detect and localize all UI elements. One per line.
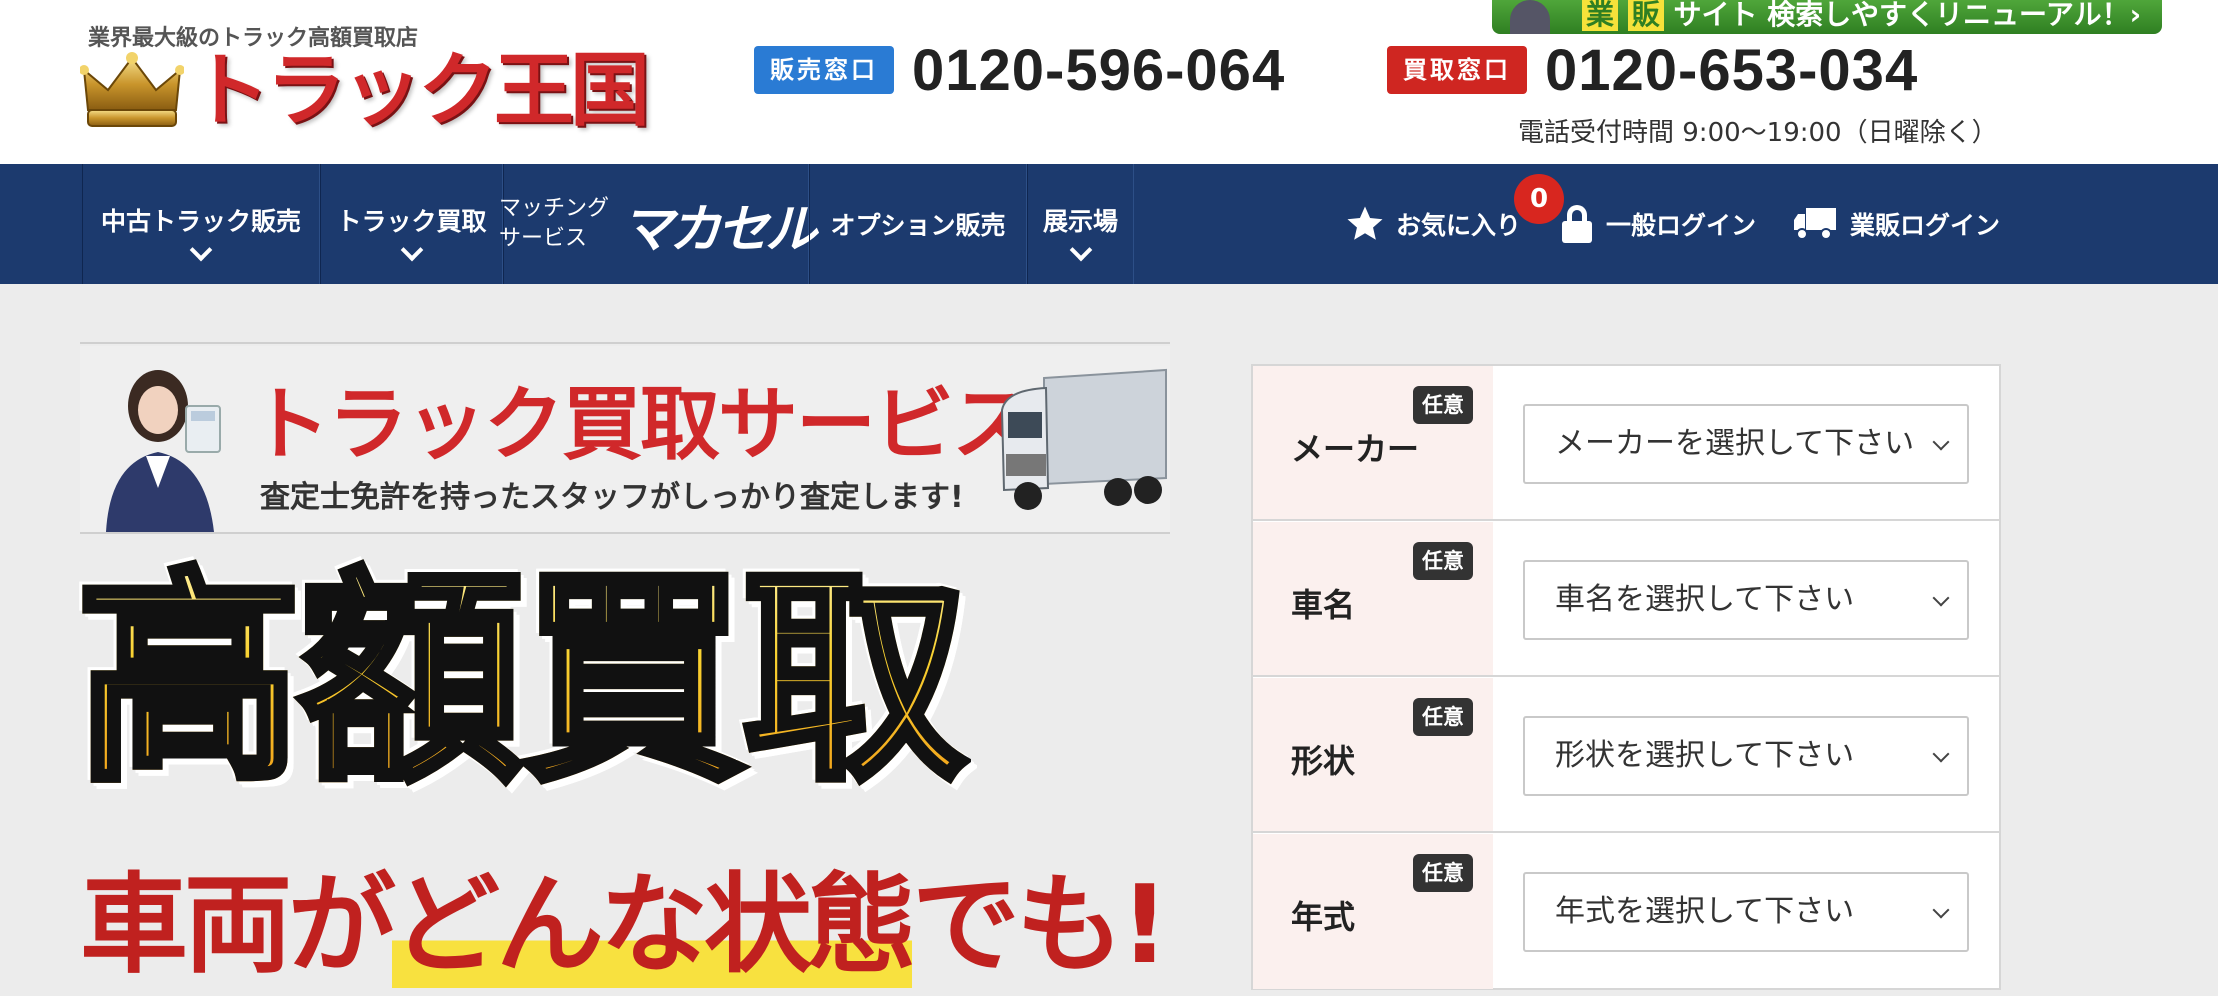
buy-phone[interactable]: 買取窓口 0120-653-034 bbox=[1387, 38, 1918, 103]
nav-truck-buy[interactable]: トラック買取 bbox=[320, 164, 503, 284]
nav-matching-text: マッチング サービス bbox=[499, 194, 609, 254]
nav-showroom-label: 展示場 bbox=[1042, 207, 1118, 236]
star-icon bbox=[1347, 206, 1383, 240]
shape-select[interactable]: 形状を選択して下さい bbox=[1523, 716, 1969, 796]
nav-option-sales[interactable]: オプション販売 bbox=[809, 164, 1027, 284]
nav-option-sales-label: オプション販売 bbox=[830, 211, 1006, 240]
form-label-cell: 形状 任意 bbox=[1253, 678, 1493, 831]
shape-select-placeholder: 形状を選択して下さい bbox=[1555, 738, 1855, 773]
model-select-placeholder: 車名を選択して下さい bbox=[1555, 582, 1855, 617]
hero-big-title: 高額買取 bbox=[72, 549, 971, 812]
nav-dealer-login-label: 業販ログイン bbox=[1850, 211, 2001, 240]
optional-badge: 任意 bbox=[1413, 854, 1473, 892]
banner-text-1: サイト bbox=[1673, 0, 1758, 31]
sales-phone[interactable]: 販売窓口 0120-596-064 bbox=[754, 38, 1285, 103]
nav-matching-brand: マカセル bbox=[621, 199, 817, 260]
banner-text-2: 検索しやすくリニューアル！› bbox=[1767, 0, 2142, 31]
chevron-down-icon bbox=[400, 238, 423, 262]
form-label-cell: メーカー 任意 bbox=[1253, 366, 1493, 519]
banner-highlight-2: 販 bbox=[1627, 0, 1664, 31]
model-select[interactable]: 車名を選択して下さい bbox=[1523, 560, 1969, 640]
chevron-down-icon bbox=[189, 238, 213, 262]
year-label: 年式 bbox=[1291, 898, 1356, 936]
buy-window-badge: 買取窓口 bbox=[1387, 46, 1527, 94]
chevron-down-icon bbox=[1932, 745, 1950, 763]
sales-window-badge: 販売窓口 bbox=[754, 46, 894, 94]
form-row-shape: 形状 任意 形状を選択して下さい bbox=[1253, 678, 1999, 833]
maker-label: メーカー bbox=[1291, 430, 1420, 468]
chevron-down-icon bbox=[1932, 433, 1950, 451]
year-select[interactable]: 年式を選択して下さい bbox=[1523, 872, 1969, 952]
maker-select[interactable]: メーカーを選択して下さい bbox=[1523, 404, 1969, 484]
nav-matching-line1: マッチング bbox=[498, 196, 609, 221]
truck-photo bbox=[1000, 368, 1167, 510]
renewal-banner[interactable]: 業 販 サイト 検索しやすくリニューアル！› bbox=[1492, 0, 2162, 34]
chevron-down-icon bbox=[1932, 589, 1950, 607]
nav-dealer-login[interactable]: 業販ログイン bbox=[1792, 164, 2000, 284]
truck-icon bbox=[1794, 208, 1836, 240]
nav-used-truck-sales[interactable]: 中古トラック販売 bbox=[82, 164, 320, 284]
service-banner: トラック買取サービス 査定士免許を持ったスタッフがしっかり査定します! bbox=[80, 346, 1170, 532]
buy-phone-number[interactable]: 0120-653-034 bbox=[1545, 37, 1918, 104]
hero-tagline: 車両がどんな状態でも! bbox=[80, 863, 1169, 988]
tagline-highlight: どんな状態 bbox=[392, 863, 916, 988]
site-logo[interactable]: 業界最大級のトラック高額買取店 トラック王国 bbox=[80, 18, 650, 136]
phone-hours: 電話受付時間 9:00〜19:00（日曜除く） bbox=[1518, 118, 1998, 148]
site-header: 業界最大級のトラック高額買取店 トラック王国 業 販 サイト 検索しやすくリニュ… bbox=[0, 0, 2218, 164]
nav-showroom[interactable]: 展示場 bbox=[1027, 164, 1134, 284]
nav-matching-line2: サービス bbox=[498, 226, 587, 251]
nav-favorites[interactable]: お気に入り bbox=[1344, 164, 1521, 284]
hero-divider bbox=[80, 532, 1170, 534]
service-subtitle: 査定士免許を持ったスタッフがしっかり査定します! bbox=[260, 480, 964, 515]
form-row-model: 車名 任意 車名を選択して下さい bbox=[1253, 522, 1999, 677]
form-label-cell: 年式 任意 bbox=[1253, 834, 1493, 989]
nav-used-truck-sales-label: 中古トラック販売 bbox=[100, 207, 301, 236]
optional-badge: 任意 bbox=[1413, 386, 1473, 424]
maker-select-placeholder: メーカーを選択して下さい bbox=[1555, 426, 1915, 461]
sales-phone-number[interactable]: 0120-596-064 bbox=[912, 37, 1285, 104]
banner-highlight-1: 業 bbox=[1582, 0, 1619, 31]
shape-label: 形状 bbox=[1291, 742, 1356, 780]
logo-name: トラック王国 bbox=[190, 44, 650, 137]
banner-person-image bbox=[1510, 0, 1550, 34]
main-nav: 中古トラック販売 トラック買取 マッチング サービス マカセル オプション販売 … bbox=[0, 164, 2218, 284]
form-row-year: 年式 任意 年式を選択して下さい bbox=[1253, 834, 1999, 989]
tagline-pre: 車両が bbox=[80, 863, 396, 988]
service-title: トラック買取サービス bbox=[250, 378, 1032, 471]
buyback-search-form: メーカー 任意 メーカーを選択して下さい 車名 任意 車名を選択して下さい 形状… bbox=[1251, 364, 2001, 990]
crown-icon bbox=[80, 52, 184, 127]
year-select-placeholder: 年式を選択して下さい bbox=[1555, 894, 1855, 929]
nav-truck-buy-label: トラック買取 bbox=[336, 207, 487, 236]
chevron-down-icon bbox=[1069, 238, 1092, 262]
lock-icon bbox=[1562, 205, 1592, 243]
nav-matching-service[interactable]: マッチング サービス マカセル bbox=[499, 164, 817, 284]
staff-woman-image bbox=[106, 370, 221, 532]
chevron-down-icon bbox=[1932, 901, 1950, 919]
optional-badge: 任意 bbox=[1413, 698, 1473, 736]
favorites-count-badge: 0 bbox=[1514, 174, 1564, 224]
optional-badge: 任意 bbox=[1413, 542, 1473, 580]
buyback-hero: トラック買取サービス 査定士免許を持ったスタッフがしっかり査定します! 高額買取… bbox=[72, 342, 1170, 996]
model-label: 車名 bbox=[1291, 586, 1356, 624]
nav-general-login-label: 一般ログイン bbox=[1606, 211, 1757, 240]
nav-general-login[interactable]: 一般ログイン bbox=[1562, 164, 1756, 284]
tagline-post: でも! bbox=[912, 863, 1169, 988]
form-label-cell: 車名 任意 bbox=[1253, 522, 1493, 675]
nav-favorites-label: お気に入り bbox=[1396, 211, 1522, 240]
hero-divider bbox=[80, 342, 1170, 344]
form-row-maker: メーカー 任意 メーカーを選択して下さい bbox=[1253, 366, 1999, 521]
